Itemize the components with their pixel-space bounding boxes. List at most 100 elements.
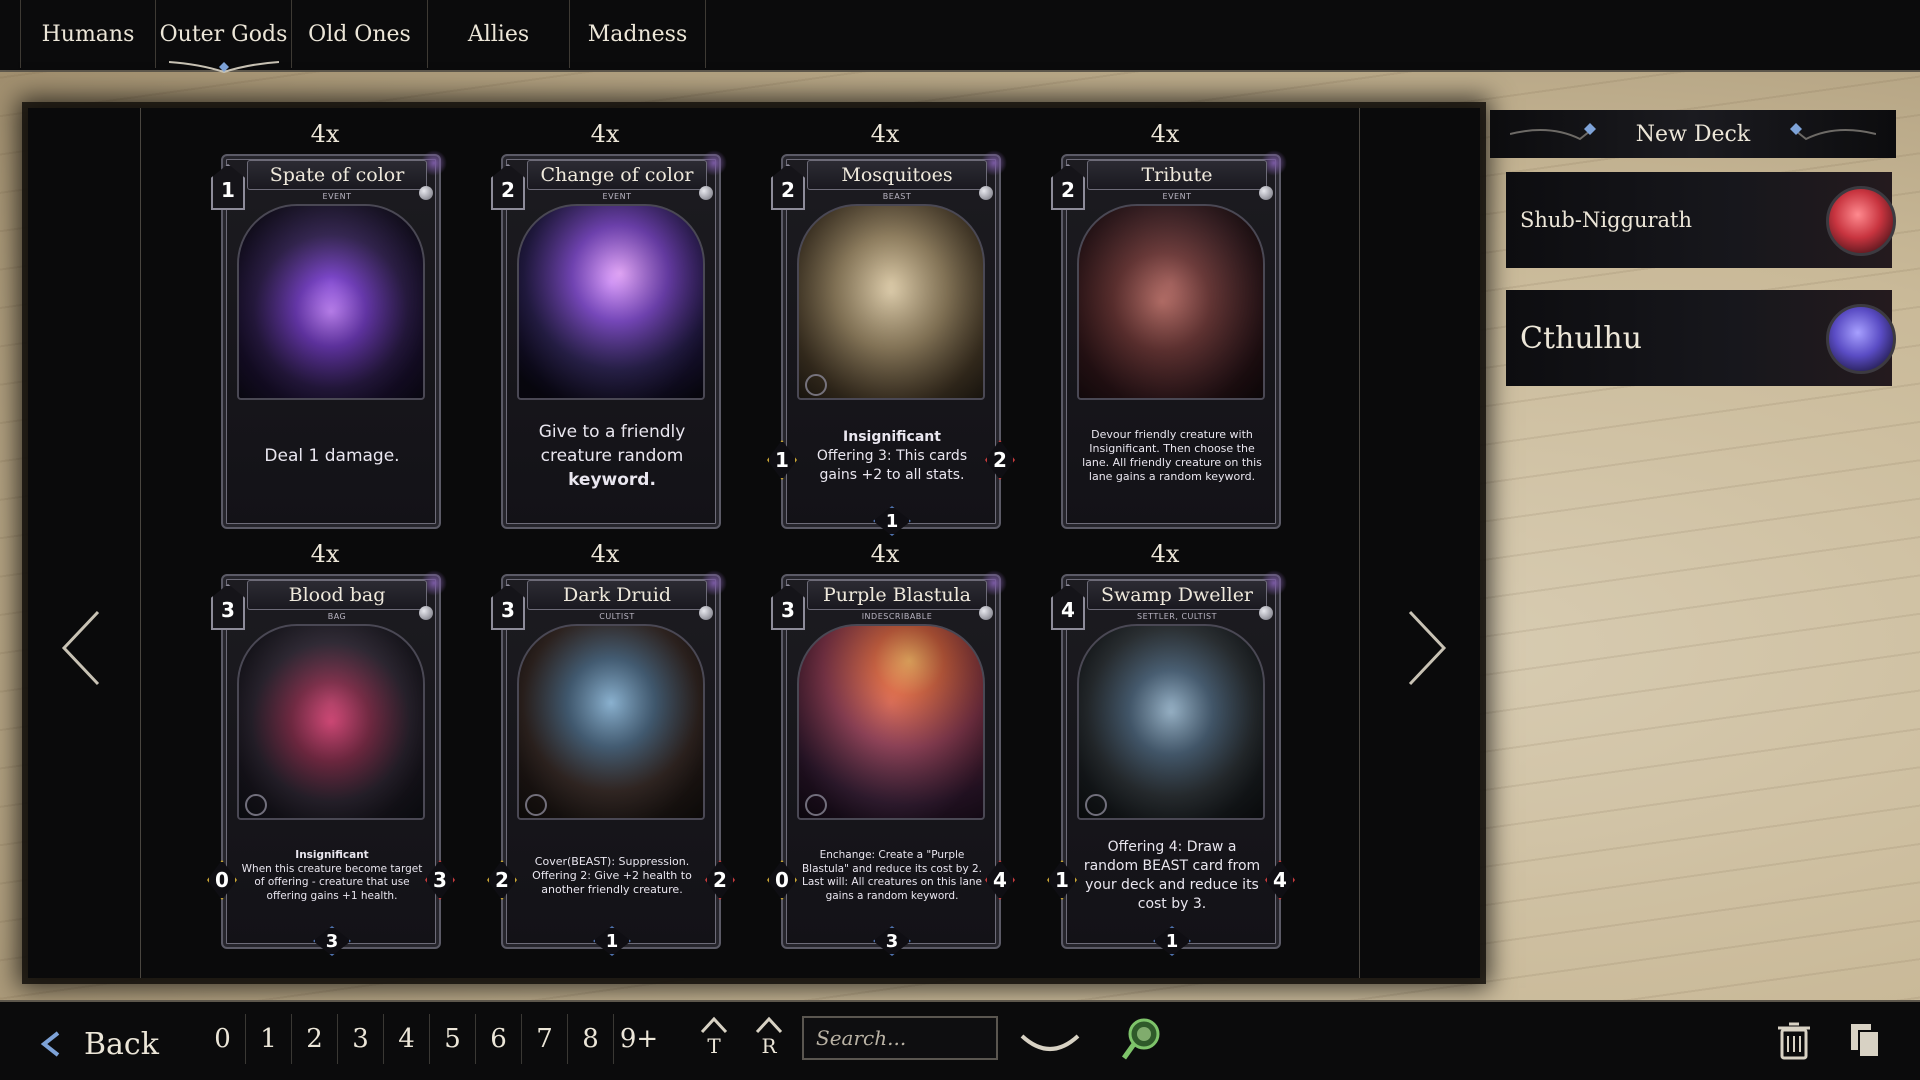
card-name: Purple Blastula — [807, 580, 987, 610]
card-art — [797, 624, 985, 820]
card-slot[interactable]: 4x Swamp Dweller SETTLER, CULTIST 4 Offering… — [1047, 540, 1295, 956]
card-art — [1077, 204, 1265, 400]
sort-by-rarity-button[interactable]: R — [752, 1016, 786, 1070]
card-text-line: Offering 4: Draw a random BEAST card fro… — [1083, 839, 1261, 912]
card-art — [517, 204, 705, 400]
card-slot[interactable]: 4x Mosquitoes BEAST 2 Insignificant Offering … — [767, 120, 1015, 536]
attack-stat: 0 — [767, 860, 797, 900]
rank-value: 1 — [593, 926, 631, 956]
tab-old-ones[interactable]: Old Ones — [292, 0, 428, 68]
card-text-line: Insignificant — [843, 428, 941, 445]
trash-icon[interactable] — [1776, 1020, 1812, 1060]
card-description: Give to a friendly creature random keywor… — [519, 406, 705, 506]
deck-entry-shub-niggurath[interactable]: Shub-Niggurath — [1506, 172, 1896, 268]
magnifier-filter-icon[interactable] — [1120, 1016, 1164, 1064]
card-copy-count: 4x — [870, 540, 900, 568]
new-deck-button[interactable]: New Deck — [1490, 110, 1896, 158]
card-text-line: Cover(BEAST): Suppression. — [534, 855, 690, 868]
card[interactable]: Purple Blastula INDESCRIBABLE 3 Enchange: C… — [767, 570, 1015, 956]
card-art — [1077, 624, 1265, 820]
card-slot[interactable]: 4x Spate of color EVENT 1 Deal 1 damage. — [209, 120, 447, 534]
card[interactable]: Swamp Dweller SETTLER, CULTIST 4 Offering 4… — [1047, 570, 1295, 956]
card-description: Insignificant Offering 3: This cards gain… — [799, 406, 985, 506]
card-text-line: Offering 3: This cards gains +2 to all s… — [816, 447, 968, 483]
card-type: CULTIST — [599, 612, 635, 621]
cost-filter-3[interactable]: 3 — [338, 1014, 384, 1064]
card[interactable]: Tribute EVENT 2 Devour friendly creature wi… — [1051, 150, 1287, 529]
card-cost: 3 — [491, 584, 525, 630]
card-type: BAG — [327, 612, 347, 621]
card-copy-count: 4x — [1150, 120, 1180, 148]
card-text-line: Enchange: Create a "Purple Blastula" and… — [801, 849, 983, 875]
card[interactable]: Mosquitoes BEAST 2 Insignificant Offering 3:… — [767, 150, 1015, 536]
card-name: Tribute — [1087, 160, 1267, 190]
card-copy-count: 4x — [310, 540, 340, 568]
card-text-line: When this creature become target of offe… — [241, 862, 423, 902]
deck-entry-cthulhu[interactable]: Cthulhu — [1506, 290, 1896, 386]
card-slot[interactable]: 4x Dark Druid CULTIST 3 Cover(BEAST): Suppre… — [487, 540, 735, 956]
tab-madness[interactable]: Madness — [570, 0, 706, 68]
cost-filter-0[interactable]: 0 — [200, 1014, 246, 1064]
sort-by-type-button[interactable]: T — [697, 1016, 731, 1070]
active-tab-indicator-icon — [168, 61, 279, 74]
card-text-line: Devour friendly creature with Insignific… — [1082, 428, 1262, 483]
cost-filter-8[interactable]: 8 — [568, 1014, 614, 1064]
card-name: Change of color — [527, 160, 707, 190]
attack-stat: 1 — [1047, 860, 1077, 900]
cost-filter-7[interactable]: 7 — [522, 1014, 568, 1064]
back-button[interactable]: Back — [40, 1022, 159, 1066]
copy-deck-icon[interactable] — [1848, 1020, 1884, 1060]
tab-label: Allies — [467, 21, 530, 47]
card-copy-count: 4x — [1150, 540, 1180, 568]
rank-value: 3 — [313, 926, 351, 956]
card-slot[interactable]: 4x Tribute EVENT 2 Devour friendly creature … — [1049, 120, 1287, 534]
tab-humans[interactable]: Humans — [20, 0, 156, 68]
card-text-line: keyword. — [568, 470, 656, 490]
cost-filter-4[interactable]: 4 — [384, 1014, 430, 1064]
cost-filter-2[interactable]: 2 — [292, 1014, 338, 1064]
card-art — [797, 204, 985, 400]
next-page-arrow-icon[interactable] — [1406, 608, 1450, 688]
card[interactable]: Spate of color EVENT 1 Deal 1 damage. — [211, 150, 447, 529]
card-name: Swamp Dweller — [1087, 580, 1267, 610]
card-text-line: Last will: All creatures on this lane ga… — [801, 876, 983, 902]
card-cost: 3 — [771, 584, 805, 630]
tab-allies[interactable]: Allies — [428, 0, 570, 68]
card-description: Deal 1 damage. — [239, 406, 425, 506]
rarity-gem-icon — [979, 186, 993, 200]
card-name: Spate of color — [247, 160, 427, 190]
cost-filter-9plus[interactable]: 9+ — [614, 1014, 664, 1064]
card-cost: 1 — [211, 164, 245, 210]
clear-search-swoosh-icon[interactable] — [1018, 1026, 1082, 1058]
card-name: Dark Druid — [527, 580, 707, 610]
creature-ring-icon — [1085, 794, 1107, 816]
card[interactable]: Dark Druid CULTIST 3 Cover(BEAST): Suppress… — [487, 570, 735, 956]
sort-type-label: T — [707, 1034, 721, 1058]
card-slot[interactable]: 4x Purple Blastula INDESCRIBABLE 3 Enchange:… — [767, 540, 1015, 956]
tab-outer-gods[interactable]: Outer Gods — [156, 0, 292, 74]
rank-value: 1 — [873, 506, 911, 536]
new-deck-label: New Deck — [1635, 121, 1751, 147]
rarity-gem-icon — [419, 186, 433, 200]
card-copy-count: 4x — [870, 120, 900, 148]
tab-label: Old Ones — [308, 21, 411, 47]
card-slot[interactable]: 4x Change of color EVENT 2 Give to a friendl… — [489, 120, 727, 534]
card[interactable]: Blood bag BAG 3 Insignificant When this crea… — [207, 570, 455, 956]
creature-ring-icon — [805, 794, 827, 816]
cost-filter-1[interactable]: 1 — [246, 1014, 292, 1064]
card-description: Cover(BEAST): Suppression. Offering 2: Gi… — [519, 826, 705, 926]
search-input[interactable] — [802, 1016, 998, 1060]
tab-label: Humans — [41, 21, 135, 47]
rarity-gem-icon — [1259, 606, 1273, 620]
previous-page-arrow-icon[interactable] — [58, 608, 102, 688]
deck-avatar — [1826, 304, 1896, 374]
cost-filter-6[interactable]: 6 — [476, 1014, 522, 1064]
card-copy-count: 4x — [590, 120, 620, 148]
card-cost: 2 — [491, 164, 525, 210]
card-copy-count: 4x — [310, 120, 340, 148]
cost-filter-5[interactable]: 5 — [430, 1014, 476, 1064]
card-cost: 2 — [1051, 164, 1085, 210]
card-slot[interactable]: 4x Blood bag BAG 3 Insignificant When this cr… — [207, 540, 455, 956]
card[interactable]: Change of color EVENT 2 Give to a friendly … — [491, 150, 727, 529]
category-tab-bar: Humans Outer Gods Old Ones Allies Madnes… — [0, 0, 1920, 74]
